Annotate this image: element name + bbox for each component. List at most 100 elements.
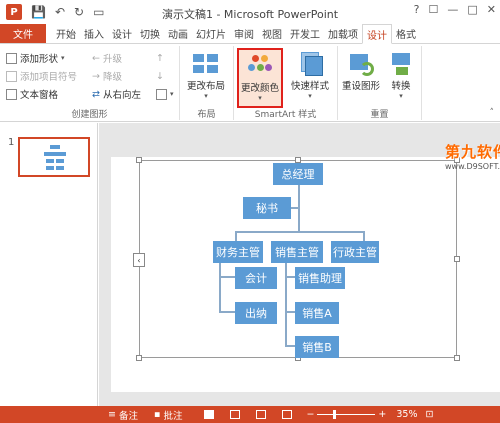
save-icon[interactable]: 💾: [31, 5, 46, 19]
org-node-accountant[interactable]: 会计: [235, 267, 277, 289]
convert-button[interactable]: 转换 ▾: [382, 48, 420, 108]
start-from-beginning-icon[interactable]: ▭: [93, 5, 104, 19]
tab-view[interactable]: 视图: [258, 24, 286, 43]
resize-handle[interactable]: [454, 355, 460, 361]
powerpoint-logo-icon: P: [6, 4, 22, 20]
reset-graphic-button[interactable]: 重设图形: [338, 48, 384, 108]
tab-transitions[interactable]: 切换: [136, 24, 164, 43]
group-label-smartart-styles: SmartArt 样式: [254, 110, 317, 120]
connector-line: [235, 231, 365, 233]
chevron-down-icon: ▾: [204, 92, 208, 100]
slide-sorter-icon[interactable]: [230, 410, 241, 419]
org-node-general-manager[interactable]: 总经理: [273, 163, 323, 185]
arrow-up-icon: ↑: [156, 52, 164, 64]
add-bullet-button[interactable]: 添加项目符号: [6, 68, 77, 84]
org-node-admin-manager[interactable]: 行政主管: [331, 241, 379, 263]
maximize-icon[interactable]: □: [467, 3, 477, 16]
chevron-down-icon: ▾: [61, 54, 65, 62]
notes-button[interactable]: ≡ 备注: [108, 408, 138, 422]
change-colors-button[interactable]: 更改颜色 ▾: [237, 48, 283, 108]
quick-styles-icon: [295, 50, 325, 78]
org-node-sales-assistant[interactable]: 销售助理: [295, 267, 345, 289]
right-to-left-button[interactable]: ⇄ 从右向左: [92, 86, 141, 102]
minimize-icon[interactable]: —: [447, 3, 458, 16]
chevron-down-icon: ▾: [170, 90, 174, 98]
slideshow-icon[interactable]: [282, 410, 293, 419]
redo-icon[interactable]: ↻: [74, 5, 84, 19]
group-label-layout: 布局: [197, 110, 216, 120]
tab-animations[interactable]: 动画: [164, 24, 192, 43]
group-smartart-styles: 更改颜色 ▾ 快速样式 ▾ SmartArt 样式: [234, 46, 338, 120]
tab-developer[interactable]: 开发工: [286, 24, 324, 43]
text-pane-toggle-icon[interactable]: ‹: [133, 253, 145, 267]
add-shape-icon: [6, 52, 17, 64]
org-node-secretary[interactable]: 秘书: [243, 197, 291, 219]
change-layout-button[interactable]: 更改布局 ▾: [183, 48, 229, 108]
slide-canvas[interactable]: ‹ 总经理 秘书 财务主管 销售主管 行政主管 会计 出纳 销售助理 销售A 销…: [111, 157, 500, 392]
chevron-down-icon: ▾: [308, 92, 312, 100]
tab-insert[interactable]: 插入: [80, 24, 108, 43]
tab-design[interactable]: 设计: [108, 24, 136, 43]
status-bar: ≡ 备注 ▪ 批注 − + 35% ⊡: [0, 406, 500, 423]
comments-button[interactable]: ▪ 批注: [154, 408, 182, 422]
slide-thumbnail[interactable]: [18, 137, 90, 177]
text-pane-button[interactable]: 文本窗格: [6, 86, 58, 102]
collapse-ribbon-icon[interactable]: ˄: [490, 108, 495, 118]
chevron-down-icon: ▾: [399, 92, 403, 100]
connector-line: [285, 311, 295, 313]
reading-view-icon[interactable]: [256, 410, 267, 419]
slide-number: 1: [8, 137, 15, 148]
quick-styles-button[interactable]: 快速样式 ▾: [286, 48, 334, 108]
connector-line: [219, 276, 235, 278]
layout-options-button[interactable]: ▾: [156, 86, 174, 102]
tab-slideshow[interactable]: 幻灯片: [192, 24, 230, 43]
resize-handle[interactable]: [454, 256, 460, 262]
resize-handle[interactable]: [136, 355, 142, 361]
watermark: 第九软件网 www.D9SOFT.com: [445, 141, 500, 171]
layout-icon: [191, 50, 221, 78]
normal-view-icon[interactable]: [204, 410, 215, 419]
close-icon[interactable]: ✕: [487, 3, 496, 16]
org-node-finance-manager[interactable]: 财务主管: [213, 241, 263, 263]
tab-format[interactable]: 格式: [392, 24, 420, 43]
zoom-track[interactable]: [317, 410, 376, 419]
view-buttons: [204, 410, 293, 419]
tab-addins[interactable]: 加载项: [324, 24, 362, 43]
watermark-url: www.D9SOFT.com: [445, 162, 500, 171]
connector-line: [285, 260, 287, 346]
move-down-button[interactable]: ↓: [156, 68, 164, 84]
promote-button[interactable]: ← 升级: [92, 50, 122, 66]
ribbon-display-options-icon[interactable]: ☐: [429, 3, 439, 16]
fit-to-window-icon[interactable]: ⊡: [426, 409, 434, 420]
connector-line: [235, 231, 237, 241]
zoom-thumb[interactable]: [333, 410, 337, 419]
connector-line: [363, 231, 365, 241]
slide-editing-area: ‹ 总经理 秘书 财务主管 销售主管 行政主管 会计 出纳 销售助理 销售A 销…: [99, 123, 500, 406]
zoom-out-icon[interactable]: −: [306, 409, 314, 420]
zoom-in-icon[interactable]: +: [378, 409, 386, 420]
org-node-sales-manager[interactable]: 销售主管: [271, 241, 323, 263]
demote-button[interactable]: → 降级: [92, 68, 122, 84]
resize-handle[interactable]: [136, 157, 142, 163]
notes-icon: ≡: [108, 409, 116, 420]
tab-file[interactable]: 文件: [0, 24, 46, 43]
text-pane-icon: [6, 88, 17, 100]
add-shape-button[interactable]: 添加形状 ▾: [6, 50, 65, 66]
tab-review[interactable]: 审阅: [230, 24, 258, 43]
tab-home[interactable]: 开始: [52, 24, 80, 43]
chevron-down-icon: ▾: [258, 94, 262, 102]
group-label-reset: 重置: [370, 110, 389, 120]
org-node-cashier[interactable]: 出纳: [235, 302, 277, 324]
help-icon[interactable]: ?: [414, 3, 420, 16]
connector-line: [219, 311, 235, 313]
connector-line: [285, 276, 295, 278]
org-node-sales-b[interactable]: 销售B: [295, 336, 339, 358]
org-node-sales-a[interactable]: 销售A: [295, 302, 339, 324]
zoom-level[interactable]: 35%: [396, 409, 417, 420]
connector-line: [219, 260, 221, 312]
undo-icon[interactable]: ↶: [55, 5, 65, 19]
zoom-slider[interactable]: − +: [306, 409, 386, 420]
tab-smartart-design[interactable]: 设计: [362, 24, 392, 44]
move-up-button[interactable]: ↑: [156, 50, 164, 66]
reset-graphic-icon: [346, 50, 376, 78]
